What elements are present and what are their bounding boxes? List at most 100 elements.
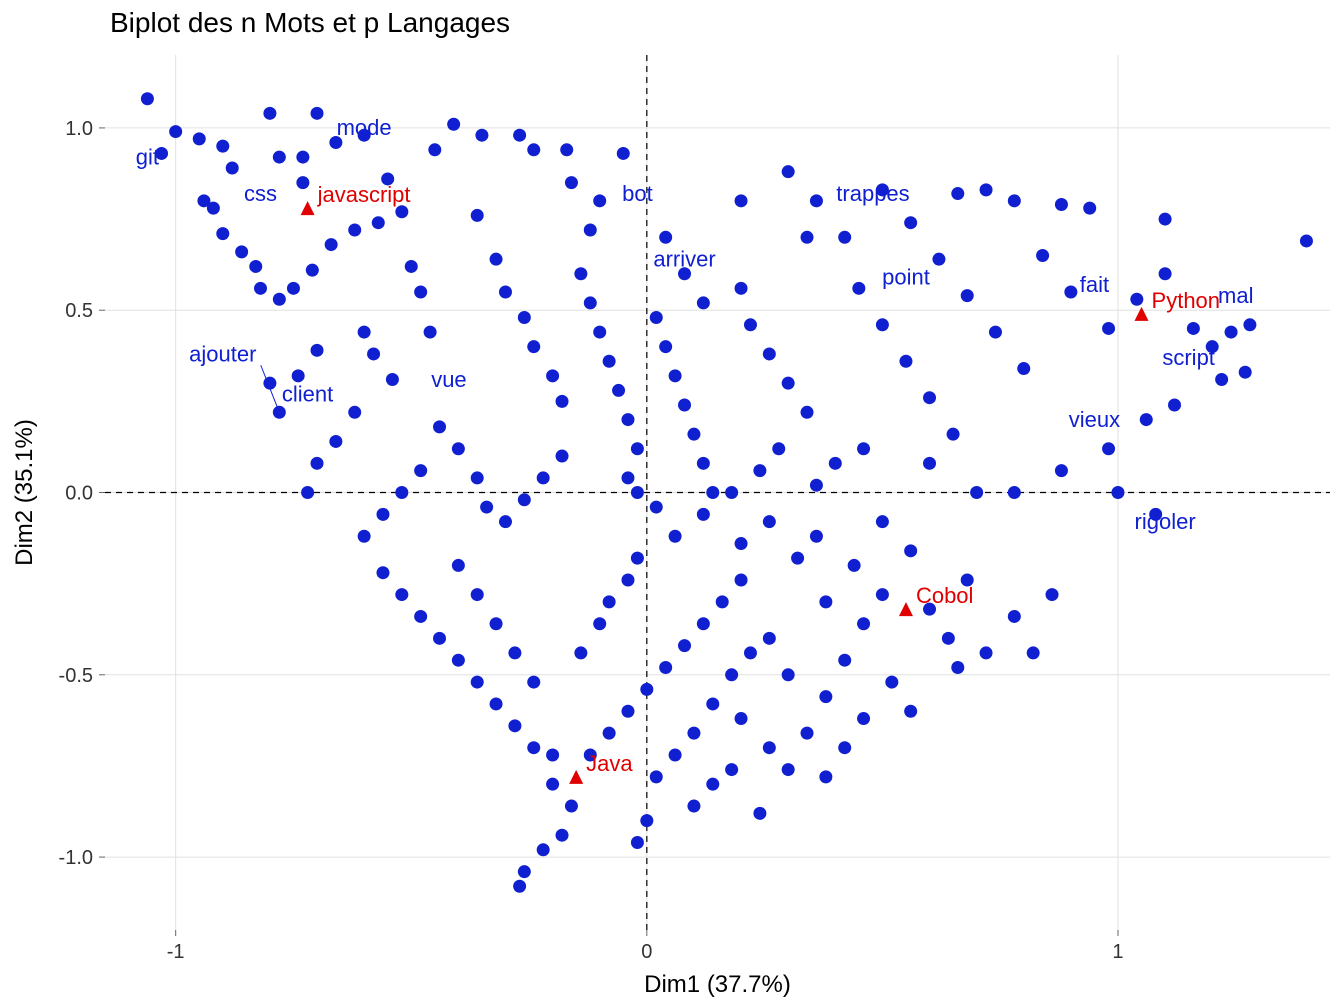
- x-axis-label: Dim1 (37.7%): [644, 971, 791, 998]
- data-point: [216, 140, 229, 153]
- data-point: [499, 515, 512, 528]
- data-point: [932, 253, 945, 266]
- data-point: [560, 143, 573, 156]
- data-point: [1111, 486, 1124, 499]
- data-point: [1008, 194, 1021, 207]
- data-point: [367, 347, 380, 360]
- x-tick-label: 0: [641, 941, 652, 963]
- data-point: [527, 741, 540, 754]
- data-point: [546, 749, 559, 762]
- y-tick-label: -1.0: [59, 847, 93, 869]
- word-label: mal: [1218, 283, 1253, 308]
- language-label: Java: [586, 751, 633, 776]
- data-point: [947, 428, 960, 441]
- data-point: [621, 705, 634, 718]
- data-point: [405, 260, 418, 273]
- data-point: [942, 632, 955, 645]
- data-point: [669, 530, 682, 543]
- data-point: [885, 676, 898, 689]
- word-label: bot: [622, 181, 653, 206]
- data-point: [311, 107, 324, 120]
- data-point: [433, 632, 446, 645]
- data-point: [603, 595, 616, 608]
- data-point: [810, 479, 823, 492]
- data-point: [659, 231, 672, 244]
- data-point: [216, 227, 229, 240]
- data-point: [650, 770, 663, 783]
- data-point: [471, 471, 484, 484]
- data-point: [735, 712, 748, 725]
- data-point: [621, 471, 634, 484]
- data-point: [311, 457, 324, 470]
- data-point: [254, 282, 267, 295]
- word-label: git: [136, 144, 159, 169]
- data-point: [556, 829, 569, 842]
- data-point: [1027, 646, 1040, 659]
- language-label: javascript: [317, 182, 411, 207]
- data-point: [452, 654, 465, 667]
- data-point: [980, 183, 993, 196]
- word-label: client: [282, 381, 333, 406]
- word-label: script: [1162, 345, 1215, 370]
- data-point: [669, 369, 682, 382]
- data-point: [810, 194, 823, 207]
- data-point: [1159, 213, 1172, 226]
- data-point: [1239, 366, 1252, 379]
- data-point: [923, 391, 936, 404]
- data-point: [348, 406, 361, 419]
- data-point: [1017, 362, 1030, 375]
- data-point: [980, 646, 993, 659]
- data-point: [296, 176, 309, 189]
- data-point: [617, 147, 630, 160]
- data-point: [631, 486, 644, 499]
- data-point: [725, 763, 738, 776]
- data-point: [697, 508, 710, 521]
- data-point: [876, 588, 889, 601]
- data-point: [1215, 373, 1228, 386]
- data-point: [801, 406, 814, 419]
- data-point: [951, 187, 964, 200]
- word-label: arriver: [653, 246, 715, 271]
- data-point: [428, 143, 441, 156]
- word-label: mode: [337, 115, 392, 140]
- data-point: [527, 676, 540, 689]
- data-point: [753, 464, 766, 477]
- data-point: [603, 355, 616, 368]
- data-point: [141, 92, 154, 105]
- y-tick-label: 0.5: [65, 300, 93, 322]
- data-point: [899, 355, 912, 368]
- data-point: [518, 493, 531, 506]
- data-point: [311, 344, 324, 357]
- data-point: [961, 289, 974, 302]
- data-point: [358, 530, 371, 543]
- data-point: [951, 661, 964, 674]
- data-point: [527, 143, 540, 156]
- data-point: [603, 727, 616, 740]
- data-point: [706, 778, 719, 791]
- data-point: [725, 668, 738, 681]
- data-point: [296, 151, 309, 164]
- language-label: Python: [1152, 288, 1221, 313]
- data-point: [508, 719, 521, 732]
- data-point: [838, 231, 851, 244]
- data-point: [475, 129, 488, 142]
- data-point: [1102, 322, 1115, 335]
- data-point: [513, 129, 526, 142]
- data-point: [782, 165, 795, 178]
- data-point: [565, 800, 578, 813]
- data-point: [735, 537, 748, 550]
- word-label: point: [882, 265, 930, 290]
- data-point: [801, 727, 814, 740]
- data-point: [640, 814, 653, 827]
- data-point: [490, 617, 503, 630]
- data-point: [537, 471, 550, 484]
- word-label: fait: [1080, 272, 1109, 297]
- data-point: [537, 843, 550, 856]
- data-point: [876, 515, 889, 528]
- data-point: [857, 712, 870, 725]
- data-point: [819, 595, 832, 608]
- word-label: vue: [431, 367, 466, 392]
- data-point: [725, 486, 738, 499]
- data-point: [490, 253, 503, 266]
- data-point: [678, 399, 691, 412]
